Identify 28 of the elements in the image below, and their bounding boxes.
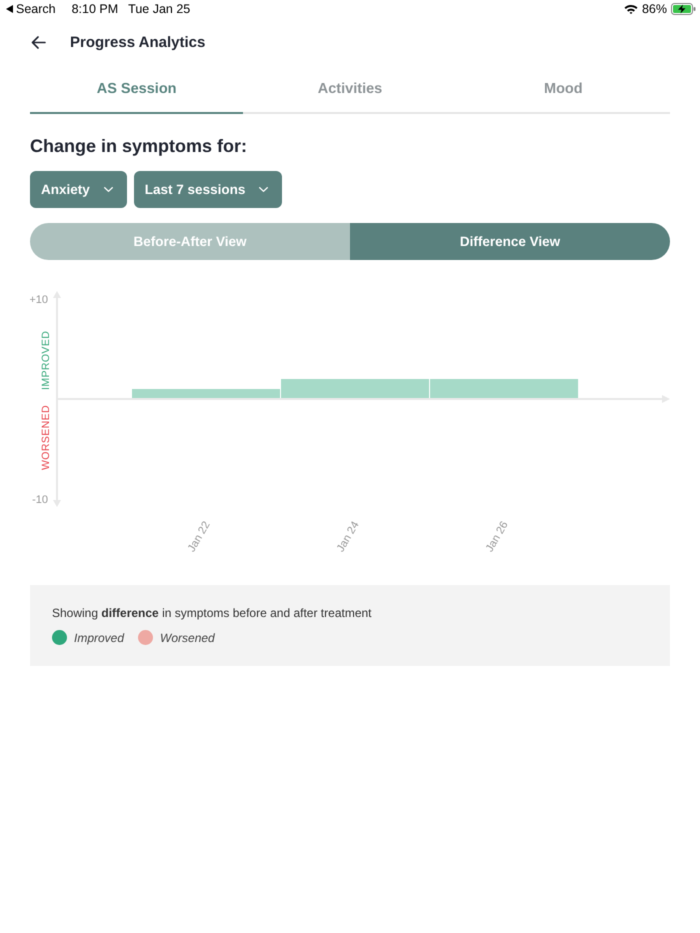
tab[interactable]: AS Session bbox=[30, 66, 244, 114]
legend-label: Improved bbox=[74, 630, 124, 644]
chevron-down-icon bbox=[259, 187, 268, 192]
tab[interactable]: Activities bbox=[243, 66, 457, 114]
y-tick-label: -10 bbox=[32, 494, 48, 506]
battery-icon bbox=[671, 3, 696, 15]
view-toggle-option[interactable]: Difference View bbox=[350, 223, 670, 260]
legend-caption: Showing difference in symptoms before and after treatment bbox=[52, 606, 372, 621]
wifi-icon bbox=[624, 4, 638, 14]
status-time: 8:10 PM bbox=[72, 2, 118, 16]
y-axis-label: WORSENED bbox=[40, 405, 52, 470]
x-tick-label: Jan 22 bbox=[186, 520, 213, 554]
dropdown-button[interactable]: Anxiety bbox=[30, 171, 127, 208]
x-tick-label: Jan 26 bbox=[484, 520, 511, 554]
back-arrow-icon[interactable] bbox=[31, 36, 46, 48]
status-date: Tue Jan 25 bbox=[128, 2, 190, 16]
dropdown-button[interactable]: Last 7 sessions bbox=[134, 171, 282, 208]
chevron-down-icon bbox=[104, 187, 113, 192]
tab[interactable]: Mood bbox=[456, 66, 670, 114]
page-title: Progress Analytics bbox=[70, 34, 206, 50]
legend-label: Worsened bbox=[160, 630, 215, 644]
back-to-search-link[interactable]: Search bbox=[6, 2, 56, 16]
y-axis-label: IMPROVED bbox=[40, 330, 52, 390]
section-heading: Change in symptoms for: bbox=[30, 135, 248, 158]
back-triangle-icon bbox=[6, 5, 13, 13]
y-tick-label: +10 bbox=[30, 294, 48, 306]
x-tick-label: Jan 24 bbox=[334, 520, 362, 554]
battery-percent: 86% bbox=[642, 2, 667, 16]
